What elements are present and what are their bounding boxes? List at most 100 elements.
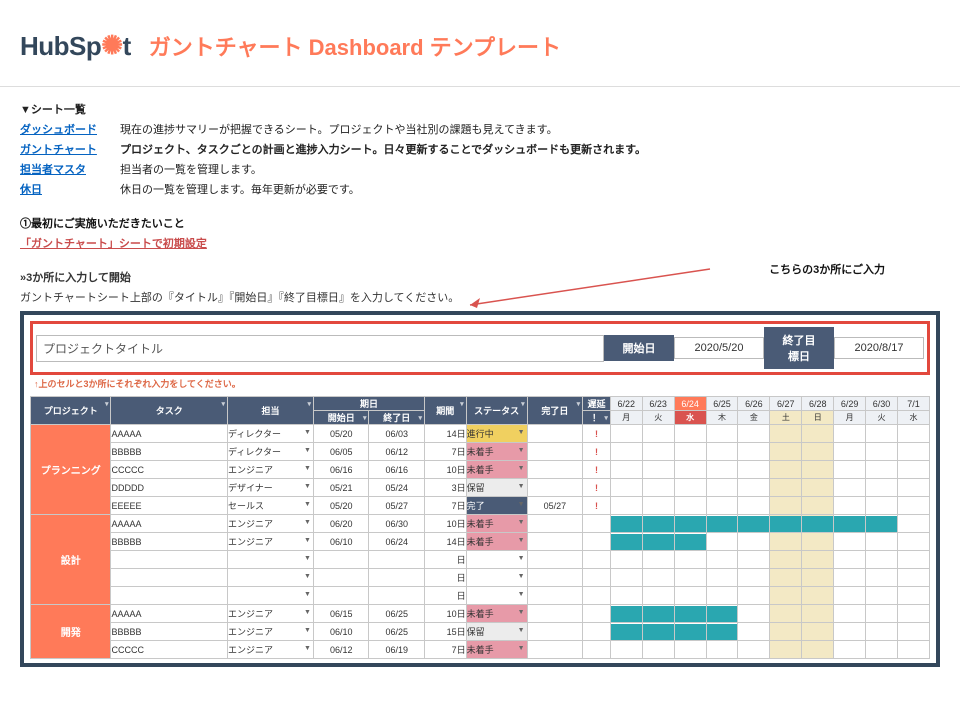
assignee-cell[interactable]: ▼ xyxy=(227,551,313,569)
duration-cell[interactable]: 14日 xyxy=(424,425,466,443)
duration-cell[interactable]: 7日 xyxy=(424,443,466,461)
finish-cell[interactable] xyxy=(527,623,582,641)
dropdown-icon[interactable]: ▼ xyxy=(518,645,525,652)
sheet-link[interactable]: ガントチャート xyxy=(20,141,120,157)
finish-cell[interactable] xyxy=(527,569,582,587)
assignee-cell[interactable]: ディレクター▼ xyxy=(227,425,313,443)
dropdown-icon[interactable]: ▼ xyxy=(304,555,311,562)
status-cell[interactable]: 保留▼ xyxy=(466,479,527,497)
start-cell[interactable]: 06/10 xyxy=(313,533,368,551)
dropdown-icon[interactable]: ▼ xyxy=(518,573,525,580)
sheet-link[interactable]: 休日 xyxy=(20,181,120,197)
dropdown-icon[interactable]: ▼ xyxy=(304,645,311,652)
end-cell[interactable]: 06/25 xyxy=(369,623,425,641)
dropdown-icon[interactable]: ▼ xyxy=(518,501,525,508)
task-cell[interactable]: BBBBB xyxy=(111,443,228,461)
dropdown-icon[interactable]: ▼ xyxy=(518,591,525,598)
end-cell[interactable]: 05/27 xyxy=(369,497,425,515)
dropdown-icon[interactable]: ▼ xyxy=(304,591,311,598)
dropdown-icon[interactable]: ▼ xyxy=(304,447,311,454)
assignee-cell[interactable]: デザイナー▼ xyxy=(227,479,313,497)
end-cell[interactable] xyxy=(369,551,425,569)
dropdown-icon[interactable]: ▼ xyxy=(518,483,525,490)
dropdown-icon[interactable]: ▼ xyxy=(518,429,525,436)
duration-cell[interactable]: 3日 xyxy=(424,479,466,497)
finish-cell[interactable]: 05/27 xyxy=(527,497,582,515)
filter-icon[interactable]: ▾ xyxy=(460,400,464,408)
task-cell[interactable]: EEEEE xyxy=(111,497,228,515)
dropdown-icon[interactable]: ▼ xyxy=(304,627,311,634)
task-cell[interactable]: AAAAA xyxy=(111,605,228,623)
start-cell[interactable]: 06/10 xyxy=(313,623,368,641)
task-cell[interactable]: CCCCC xyxy=(111,461,228,479)
assignee-cell[interactable]: エンジニア▼ xyxy=(227,641,313,659)
task-cell[interactable]: CCCCC xyxy=(111,641,228,659)
start-cell[interactable]: 06/20 xyxy=(313,515,368,533)
duration-cell[interactable]: 10日 xyxy=(424,605,466,623)
filter-icon[interactable]: ▾ xyxy=(105,400,109,408)
assignee-cell[interactable]: ▼ xyxy=(227,569,313,587)
end-cell[interactable]: 06/24 xyxy=(369,533,425,551)
dropdown-icon[interactable]: ▼ xyxy=(304,609,311,616)
task-cell[interactable] xyxy=(111,551,228,569)
start-cell[interactable]: 05/20 xyxy=(313,497,368,515)
dropdown-icon[interactable]: ▼ xyxy=(304,465,311,472)
finish-cell[interactable] xyxy=(527,461,582,479)
start-cell[interactable] xyxy=(313,569,368,587)
status-cell[interactable]: 完了▼ xyxy=(466,497,527,515)
start-cell[interactable] xyxy=(313,551,368,569)
dropdown-icon[interactable]: ▼ xyxy=(518,519,525,526)
filter-icon[interactable]: ▾ xyxy=(307,400,311,408)
status-cell[interactable]: 未着手▼ xyxy=(466,461,527,479)
assignee-cell[interactable]: エンジニア▼ xyxy=(227,461,313,479)
dropdown-icon[interactable]: ▼ xyxy=(304,483,311,490)
assignee-cell[interactable]: セールス▼ xyxy=(227,497,313,515)
sheet-link[interactable]: 担当者マスタ xyxy=(20,161,120,177)
assignee-cell[interactable]: ▼ xyxy=(227,587,313,605)
assignee-cell[interactable]: エンジニア▼ xyxy=(227,605,313,623)
status-cell[interactable]: ▼ xyxy=(466,569,527,587)
duration-cell[interactable]: 10日 xyxy=(424,461,466,479)
start-date-input[interactable]: 2020/5/20 xyxy=(674,337,764,359)
status-cell[interactable]: 未着手▼ xyxy=(466,533,527,551)
start-cell[interactable] xyxy=(313,587,368,605)
status-cell[interactable]: 未着手▼ xyxy=(466,605,527,623)
finish-cell[interactable] xyxy=(527,641,582,659)
status-cell[interactable]: 未着手▼ xyxy=(466,641,527,659)
dropdown-icon[interactable]: ▼ xyxy=(304,573,311,580)
task-cell[interactable]: AAAAA xyxy=(111,515,228,533)
task-cell[interactable]: BBBBB xyxy=(111,623,228,641)
end-cell[interactable]: 05/24 xyxy=(369,479,425,497)
filter-icon[interactable]: ▾ xyxy=(604,414,608,422)
duration-cell[interactable]: 7日 xyxy=(424,641,466,659)
status-cell[interactable]: ▼ xyxy=(466,551,527,569)
task-cell[interactable]: DDDDD xyxy=(111,479,228,497)
step1-link[interactable]: 「ガントチャート」シートで初期設定 xyxy=(20,238,207,250)
filter-icon[interactable]: ▾ xyxy=(363,414,367,422)
sheet-link[interactable]: ダッシュボード xyxy=(20,121,120,137)
dropdown-icon[interactable]: ▼ xyxy=(518,609,525,616)
filter-icon[interactable]: ▾ xyxy=(418,414,422,422)
dropdown-icon[interactable]: ▼ xyxy=(518,537,525,544)
end-cell[interactable]: 06/12 xyxy=(369,443,425,461)
start-cell[interactable]: 06/12 xyxy=(313,641,368,659)
finish-cell[interactable] xyxy=(527,551,582,569)
status-cell[interactable]: 未着手▼ xyxy=(466,515,527,533)
task-cell[interactable] xyxy=(111,569,228,587)
assignee-cell[interactable]: エンジニア▼ xyxy=(227,623,313,641)
assignee-cell[interactable]: ディレクター▼ xyxy=(227,443,313,461)
assignee-cell[interactable]: エンジニア▼ xyxy=(227,533,313,551)
dropdown-icon[interactable]: ▼ xyxy=(304,537,311,544)
task-cell[interactable]: AAAAA xyxy=(111,425,228,443)
duration-cell[interactable]: 14日 xyxy=(424,533,466,551)
duration-cell[interactable]: 7日 xyxy=(424,497,466,515)
end-cell[interactable]: 06/16 xyxy=(369,461,425,479)
duration-cell[interactable]: 日 xyxy=(424,569,466,587)
dropdown-icon[interactable]: ▼ xyxy=(518,627,525,634)
end-cell[interactable]: 06/03 xyxy=(369,425,425,443)
end-cell[interactable] xyxy=(369,587,425,605)
filter-icon[interactable]: ▾ xyxy=(577,400,581,408)
dropdown-icon[interactable]: ▼ xyxy=(518,465,525,472)
finish-cell[interactable] xyxy=(527,443,582,461)
filter-icon[interactable]: ▾ xyxy=(521,400,525,408)
